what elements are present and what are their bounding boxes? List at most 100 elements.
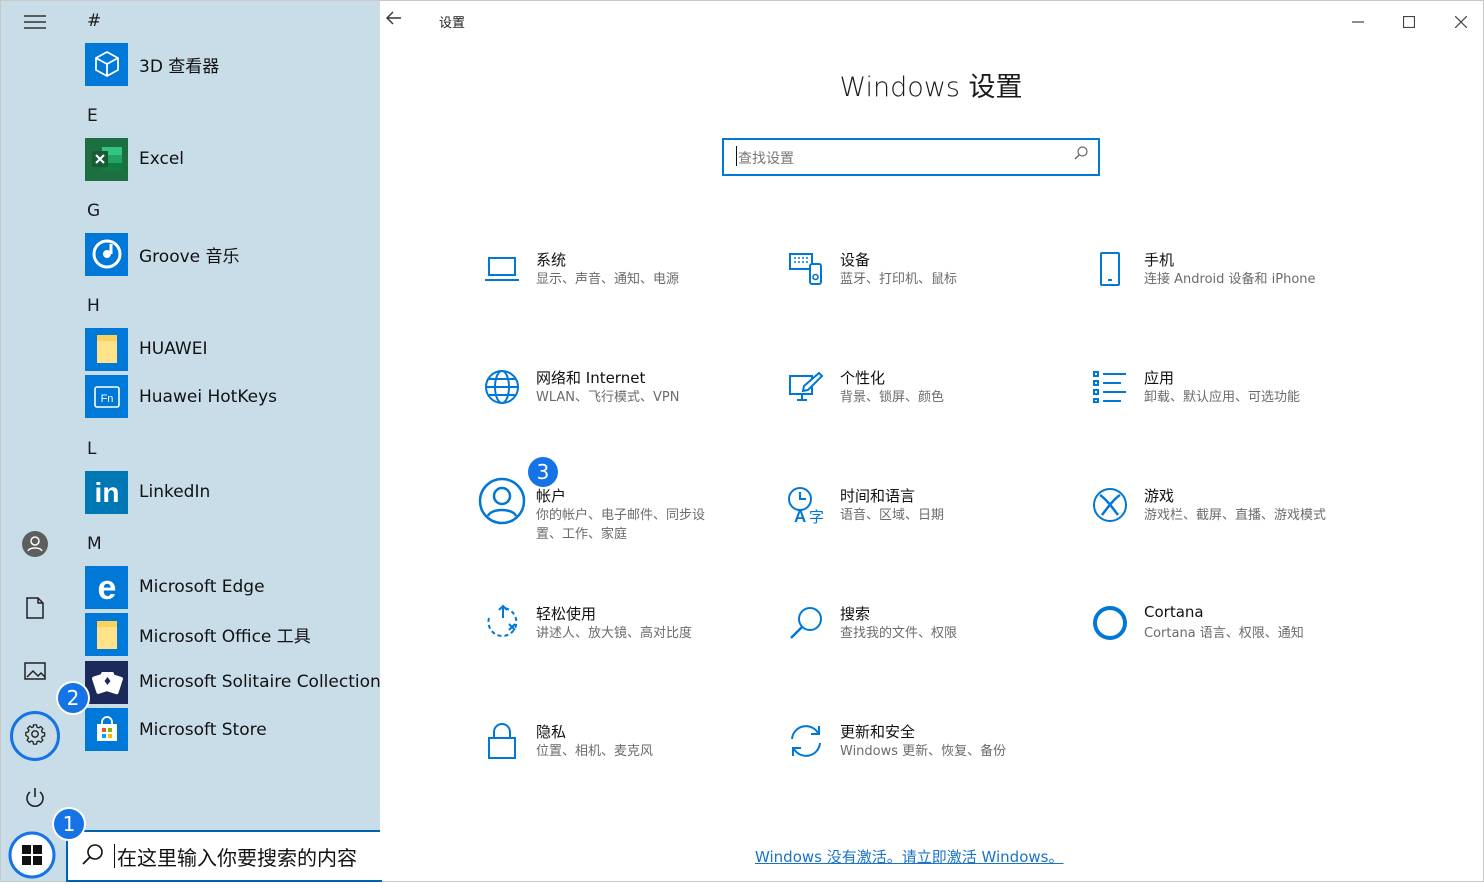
svg-text:A: A: [794, 507, 806, 524]
app-item[interactable]: Excel: [85, 137, 375, 181]
settings-tile-desc: Cortana 语言、权限、通知: [1144, 626, 1304, 641]
maximize-button[interactable]: [1386, 7, 1432, 37]
settings-tile-desc: 连接 Android 设备和 iPhone: [1144, 272, 1316, 287]
close-button[interactable]: [1438, 7, 1484, 37]
app-name: Microsoft Edge: [139, 577, 265, 597]
settings-tile-desc: 位置、相机、麦克风: [536, 744, 654, 759]
settings-tile-title: 轻松使用: [536, 605, 597, 623]
minimize-button[interactable]: [1335, 7, 1381, 37]
settings-tile-title: 应用: [1144, 369, 1175, 387]
settings-tile-desc: 卸载、默认应用、可选功能: [1144, 390, 1301, 405]
laptop-icon: [480, 247, 524, 291]
settings-tile-cortana[interactable]: Cortana Cortana 语言、权限、通知: [1088, 601, 1378, 681]
app-item[interactable]: e Microsoft Edge: [85, 565, 375, 609]
settings-tile-personalize[interactable]: 个性化背景、锁屏、颜色: [784, 365, 1074, 445]
app-item[interactable]: HUAWEI: [85, 327, 375, 371]
documents-icon[interactable]: [18, 591, 52, 625]
settings-tile-title: 隐私: [536, 723, 567, 741]
cortana-icon: [1088, 601, 1132, 645]
svg-text:Fn: Fn: [100, 393, 113, 405]
section-letter[interactable]: M: [87, 534, 102, 554]
section-letter[interactable]: G: [87, 201, 100, 221]
title-bar: 设置: [380, 1, 1482, 41]
settings-tile-globe[interactable]: 网络和 Internet WLAN、飞行模式、VPN: [480, 365, 770, 445]
back-arrow-icon[interactable]: [386, 9, 402, 30]
settings-tile-desc: 背景、锁屏、颜色: [840, 390, 945, 405]
globe-icon: [480, 365, 524, 409]
settings-tile-search[interactable]: 搜索查找我的文件、权限: [784, 601, 1074, 681]
folder-icon: [85, 327, 128, 371]
text-caret: [114, 844, 115, 868]
app-item[interactable]: Groove 音乐: [85, 232, 375, 276]
settings-tile-ease-of-access[interactable]: 轻松使用 讲述人、放大镜、高对比度: [480, 601, 770, 681]
settings-tile-xbox[interactable]: 游戏 游戏栏、截屏、直播、游戏模式: [1088, 483, 1378, 563]
app-item[interactable]: Fn Huawei HotKeys: [85, 375, 375, 419]
settings-tile-devices[interactable]: 设备蓝牙、打印机、鼠标: [784, 247, 1074, 327]
user-avatar-icon[interactable]: [18, 527, 52, 561]
settings-tile-desc: WLAN、飞行模式、VPN: [536, 390, 680, 405]
text-caret: [736, 146, 737, 166]
section-letter[interactable]: H: [87, 296, 100, 316]
app-item[interactable]: Microsoft Store: [85, 708, 375, 752]
page-title: Windows 设置: [839, 72, 1023, 103]
settings-tile-title: 搜索: [840, 605, 871, 623]
minimize-icon: [1352, 21, 1364, 23]
app-name: Microsoft Office 工具: [139, 627, 311, 647]
search-icon: [1074, 146, 1088, 164]
section-letter[interactable]: #: [87, 11, 101, 31]
settings-tile-laptop[interactable]: 系统显示、声音、通知、电源: [480, 247, 770, 327]
app-list: #3D 查看器 E Excel G Groove 音乐 H HUAWEI Fn Huawei H…: [67, 1, 381, 831]
hamburger-icon[interactable]: [18, 5, 52, 39]
app-item[interactable]: Microsoft Office 工具: [85, 613, 375, 657]
activate-windows-link[interactable]: Windows 没有激活。请立即激活 Windows。: [755, 846, 1063, 867]
settings-tile-desc: 显示、声音、通知、电源: [536, 272, 680, 287]
settings-tile-desc: 游戏栏、截屏、直播、游戏模式: [1144, 508, 1327, 523]
settings-tile-lock[interactable]: 隐私位置、相机、麦克风: [480, 719, 770, 799]
groove-icon: [85, 232, 128, 276]
settings-highlight-ring: [10, 711, 60, 761]
settings-tile-desc: 查找我的文件、权限: [840, 626, 958, 641]
app-name: 3D 查看器: [139, 56, 220, 77]
settings-tile-apps-list[interactable]: 应用卸载、默认应用、可选功能: [1088, 365, 1378, 445]
svg-text:in: in: [94, 477, 119, 507]
person-icon: [474, 473, 530, 529]
settings-tile-title: 网络和 Internet: [536, 369, 646, 387]
settings-tile-title: 手机: [1144, 251, 1175, 269]
taskbar-search-text: 在这里输入你要搜索的内容: [117, 845, 357, 870]
section-letter[interactable]: E: [87, 106, 98, 126]
start-button[interactable]: [7, 830, 57, 880]
maximize-icon: [1403, 16, 1415, 28]
app-name: HUAWEI: [139, 339, 208, 359]
settings-tile-title: 时间和语言: [840, 487, 916, 505]
svg-text:字: 字: [809, 509, 824, 524]
app-item[interactable]: Microsoft Solitaire Collection: [85, 660, 381, 704]
taskbar-search-box[interactable]: 在这里输入你要搜索的内容: [66, 830, 382, 882]
settings-tile-title: 个性化: [840, 369, 886, 387]
folder-icon: [85, 613, 128, 656]
settings-tile-desc: 语音、区域、日期: [840, 508, 945, 523]
fn-key-icon: Fn: [85, 375, 128, 418]
store-icon: [85, 708, 128, 751]
power-icon[interactable]: [18, 781, 52, 815]
section-letter[interactable]: L: [87, 439, 96, 459]
phone-icon: [1088, 247, 1132, 291]
pictures-icon[interactable]: [18, 654, 52, 688]
window-title: 设置: [439, 16, 466, 31]
settings-tile-title: 系统: [536, 251, 567, 269]
personalize-icon: [784, 365, 828, 409]
settings-tile-time-language[interactable]: A 字 时间和语言语音、区域、日期: [784, 483, 1074, 563]
ease-of-access-icon: [480, 601, 524, 645]
settings-window: 设置 Windows 设置 查找设置 系统 显示、声音、通知、电源 设备 蓝牙、打印机…: [380, 1, 1482, 880]
step-badge-1: 1: [54, 809, 84, 839]
app-name: Microsoft Store: [139, 719, 267, 740]
app-item[interactable]: 3D 查看器: [85, 42, 375, 86]
app-item[interactable]: in LinkedIn: [85, 470, 375, 514]
settings-tile-desc: 蓝牙、打印机、鼠标: [840, 272, 958, 287]
settings-tile-person[interactable]: 帐户 你的帐户、电子邮件、同步设置、工作、家庭: [478, 477, 770, 563]
settings-tile-phone[interactable]: 手机连接 Android 设备和 iPhone: [1088, 247, 1378, 327]
search-icon: [82, 843, 104, 869]
settings-search-input[interactable]: 查找设置: [722, 138, 1100, 176]
settings-tile-title: 设备: [840, 251, 871, 269]
app-name: LinkedIn: [139, 482, 211, 502]
settings-tile-sync[interactable]: 更新和安全 Windows 更新、恢复、备份: [784, 719, 1074, 799]
